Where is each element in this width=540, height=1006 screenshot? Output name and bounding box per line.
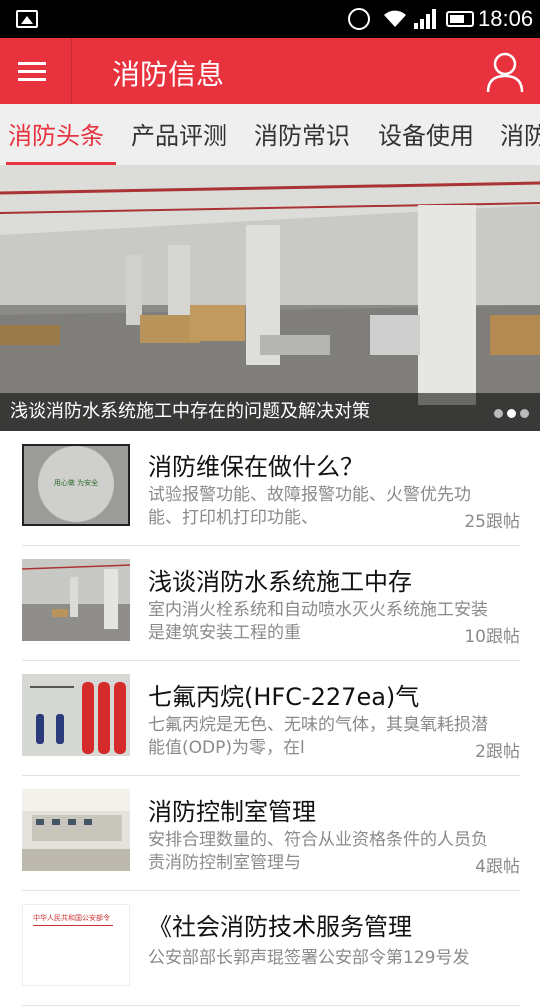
app-title: 消防信息: [112, 58, 225, 91]
tab-equipment-usage[interactable]: 设备使用: [378, 116, 474, 151]
banner-carousel[interactable]: 浅谈消防水系统施工中存在的问题及解决对策: [0, 165, 540, 431]
article-title: 七氟丙烷(HFC-227ea)气: [148, 683, 420, 711]
article-title: 消防控制室管理: [148, 798, 316, 826]
article-summary: 七氟丙烷是无色、无味的气体，其臭氧耗损潜能值(ODP)为零，在l: [148, 715, 488, 758]
app-bar: 消防信息: [0, 38, 540, 104]
wifi-icon: [384, 10, 406, 27]
article-item[interactable]: 中华人民共和国公安部令 《社会消防技术服务管理 公安部部长郭声琨签署公安部令第1…: [22, 891, 520, 1006]
thumbnail-text: 中华人民共和国公安部令: [33, 914, 110, 922]
carousel-dot-active: [507, 409, 516, 418]
image-notification-icon: [16, 10, 38, 28]
article-title: 消防维保在做什么？: [148, 453, 364, 481]
banner-caption: 浅谈消防水系统施工中存在的问题及解决对策: [10, 401, 370, 422]
status-time: 18:06: [478, 6, 534, 31]
article-item[interactable]: 消防控制室管理 安排合理数量的、符合从业资格条件的人员负责消防控制室管理与 4跟…: [22, 776, 520, 891]
alarm-icon: [348, 8, 370, 30]
user-profile-icon[interactable]: [484, 50, 526, 94]
article-thumbnail: [22, 789, 130, 871]
reply-count: 10跟帖: [464, 627, 520, 647]
tab-more[interactable]: 消防: [500, 116, 540, 151]
carousel-dot: [520, 409, 529, 418]
article-thumbnail: 用心做 为安全: [22, 444, 130, 526]
carousel-dot: [494, 409, 503, 418]
tab-product-reviews[interactable]: 产品评测: [131, 116, 227, 151]
article-summary: 试验报警功能、故障报警功能、火警优先功能、打印机打印功能、: [148, 485, 471, 528]
article-summary: 安排合理数量的、符合从业资格条件的人员负责消防控制室管理与: [148, 830, 488, 873]
reply-count: 2跟帖: [475, 742, 520, 762]
category-tabs: 消防头条 产品评测 消防常识 设备使用 消防: [0, 104, 540, 165]
article-thumbnail: 中华人民共和国公安部令: [22, 904, 130, 986]
signal-icon: [414, 9, 436, 29]
article-title: 浅谈消防水系统施工中存: [148, 568, 412, 596]
tab-headlines[interactable]: 消防头条: [8, 116, 104, 151]
menu-button[interactable]: [0, 38, 72, 104]
status-bar: 18:06: [0, 0, 540, 38]
article-summary: 室内消火栓系统和自动喷水灭火系统施工安装是建筑安装工程的重: [148, 600, 488, 643]
article-thumbnail: [22, 674, 130, 756]
article-summary: 公安部部长郭声琨签署公安部令第129号发: [148, 948, 470, 968]
thumbnail-text: 用心做 为安全: [53, 479, 99, 487]
article-thumbnail: [22, 559, 130, 641]
reply-count: 4跟帖: [475, 857, 520, 877]
article-item[interactable]: 七氟丙烷(HFC-227ea)气 七氟丙烷是无色、无味的气体，其臭氧耗损潜能值(…: [22, 661, 520, 776]
reply-count: 25跟帖: [464, 512, 520, 532]
banner-image: [0, 165, 540, 431]
article-item[interactable]: 用心做 为安全 消防维保在做什么？ 试验报警功能、故障报警功能、火警优先功能、打…: [22, 431, 520, 546]
article-title: 《社会消防技术服务管理: [148, 913, 412, 941]
tab-fire-knowledge[interactable]: 消防常识: [254, 116, 350, 151]
article-item[interactable]: 浅谈消防水系统施工中存 室内消火栓系统和自动喷水灭火系统施工安装是建筑安装工程的…: [22, 546, 520, 661]
battery-icon: [446, 11, 474, 27]
